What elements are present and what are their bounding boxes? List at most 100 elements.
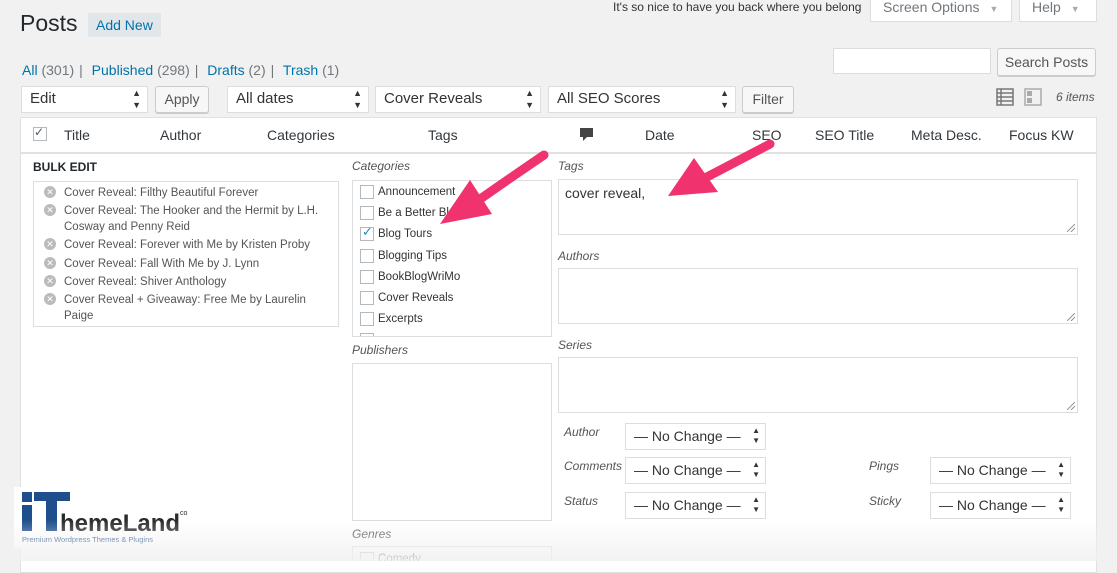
- category-value: Cover Reveals: [384, 90, 483, 107]
- excerpt-view-icon[interactable]: [1024, 88, 1042, 106]
- screen-options-label: Screen Options: [883, 0, 980, 15]
- category-select[interactable]: Cover Reveals ▲ ▼: [375, 86, 541, 113]
- series-textarea[interactable]: [558, 357, 1078, 413]
- dates-value: All dates: [236, 90, 294, 107]
- select-arrows-icon: ▲ ▼: [525, 88, 534, 110]
- remove-icon[interactable]: ✕: [44, 275, 56, 287]
- select-all-checkbox[interactable]: ✓: [33, 125, 47, 141]
- column-seo-title: SEO Title: [815, 127, 875, 143]
- bulk-action-select[interactable]: Edit ▲ ▼: [21, 86, 148, 113]
- bulk-edit-post-list: ✕ Cover Reveal: Filthy Beautiful Forever …: [33, 181, 339, 327]
- list-item: ✕ Cover Reveal: Filthy Beautiful Forever: [44, 185, 329, 201]
- authors-textarea[interactable]: [558, 268, 1078, 324]
- bulk-edit-title: BULK EDIT: [33, 160, 97, 174]
- genres-checklist: Comedy: [352, 546, 552, 561]
- list-item: ✕ Cover Reveal + Giveaway: Free Me by Lau…: [44, 292, 329, 324]
- apply-button[interactable]: Apply: [155, 86, 209, 113]
- remove-icon[interactable]: ✕: [44, 238, 56, 250]
- checkmark-icon: ✓: [34, 125, 45, 139]
- list-item: ✕ Cover Reveal: Shiver Anthology: [44, 274, 329, 290]
- status-dropdown[interactable]: — No Change — ▲ ▼: [625, 492, 766, 519]
- series-label: Series: [558, 338, 593, 352]
- publishers-checklist[interactable]: [352, 363, 552, 521]
- admin-notice: It's so nice to have you back where you …: [613, 0, 862, 14]
- tags-value: cover reveal,: [565, 185, 646, 201]
- view-all-link[interactable]: All: [22, 62, 38, 78]
- view-trash-count: (1): [322, 62, 340, 78]
- genres-label: Genres: [352, 527, 392, 541]
- column-tags: Tags: [428, 127, 458, 143]
- svg-text:Premium Wordpress Themes & Plu: Premium Wordpress Themes & Plugins: [22, 535, 153, 544]
- comments-field-label: Comments: [564, 459, 623, 473]
- list-item: ✕ Cover Reveal: Forever with Me by Kriste…: [44, 237, 329, 253]
- search-input[interactable]: [833, 48, 991, 74]
- svg-text:co: co: [180, 510, 188, 517]
- view-drafts-link[interactable]: Drafts: [207, 62, 244, 78]
- column-categories: Categories: [267, 127, 335, 143]
- category-item[interactable]: Comedy: [360, 551, 421, 561]
- category-item[interactable]: BookBlogWriMo: [360, 269, 460, 285]
- remove-icon[interactable]: ✕: [44, 186, 56, 198]
- list-item: ✕ Cover Reveal: The Hooker and the Hermit…: [44, 203, 329, 235]
- sticky-dropdown[interactable]: — No Change — ▲ ▼: [930, 492, 1071, 519]
- category-item[interactable]: ✓ Blog Tours: [360, 224, 432, 242]
- dates-select[interactable]: All dates ▲ ▼: [227, 86, 369, 113]
- resize-grip-icon[interactable]: [1067, 224, 1075, 232]
- status-field-label: Status: [564, 494, 599, 508]
- help-button[interactable]: Help ▼: [1019, 0, 1097, 22]
- resize-grip-icon[interactable]: [1067, 313, 1075, 321]
- category-item[interactable]: Cover Reveals: [360, 290, 453, 306]
- authors-label: Authors: [558, 249, 600, 263]
- category-checkbox[interactable]: [360, 248, 374, 263]
- author-dropdown[interactable]: — No Change — ▲ ▼: [625, 423, 766, 450]
- category-item[interactable]: Blogging Tips: [360, 248, 447, 264]
- column-focus-kw: Focus KW: [1009, 127, 1074, 143]
- category-item[interactable]: [360, 332, 378, 336]
- category-item[interactable]: Be a Better Bl: [360, 205, 449, 221]
- column-date[interactable]: Date: [645, 127, 675, 143]
- view-published-link[interactable]: Published: [92, 62, 154, 78]
- select-arrows-icon: ▲ ▼: [752, 426, 760, 445]
- view-all-count: (301): [41, 62, 75, 78]
- bulk-action-value: Edit: [30, 90, 56, 107]
- category-checkbox[interactable]: [360, 311, 374, 326]
- remove-icon[interactable]: ✕: [44, 293, 56, 305]
- pings-field-label: Pings: [869, 459, 900, 473]
- category-item[interactable]: Announcement: [360, 184, 455, 200]
- genre-checkbox[interactable]: [360, 551, 374, 561]
- ithemeland-logo: hemeLand co Premium Wordpress Themes & P…: [14, 487, 196, 549]
- tags-label: Tags: [558, 159, 584, 173]
- view-trash-link[interactable]: Trash: [283, 62, 318, 78]
- column-author: Author: [160, 127, 202, 143]
- add-new-button[interactable]: Add New: [88, 13, 161, 37]
- category-checkbox-checked[interactable]: ✓: [360, 224, 374, 241]
- remove-icon[interactable]: ✕: [44, 257, 56, 269]
- column-meta-desc: Meta Desc.: [911, 127, 982, 143]
- caret-down-icon: ▼: [1070, 4, 1080, 14]
- select-arrows-icon: ▲ ▼: [1057, 495, 1065, 514]
- publishers-label: Publishers: [352, 343, 409, 357]
- category-checkbox[interactable]: [360, 332, 374, 336]
- tags-textarea[interactable]: cover reveal,: [558, 179, 1078, 235]
- resize-grip-icon[interactable]: [1067, 402, 1075, 410]
- category-checkbox[interactable]: [360, 184, 374, 199]
- caret-down-icon: ▼: [989, 4, 999, 14]
- screen-options-button[interactable]: Screen Options ▼: [870, 0, 1012, 22]
- list-view-icon[interactable]: [996, 88, 1014, 106]
- filter-button[interactable]: Filter: [742, 86, 794, 113]
- category-checkbox[interactable]: [360, 269, 374, 284]
- select-arrows-icon: ▲ ▼: [1057, 460, 1065, 479]
- seo-scores-select[interactable]: All SEO Scores ▲ ▼: [548, 86, 736, 113]
- category-checkbox[interactable]: [360, 205, 374, 220]
- pings-dropdown[interactable]: — No Change — ▲ ▼: [930, 457, 1071, 484]
- post-status-views: All (301) | Published (298) | Drafts (2) | …: [22, 62, 340, 78]
- comments-icon[interactable]: [579, 127, 594, 142]
- search-posts-button[interactable]: Search Posts: [997, 48, 1096, 76]
- column-title[interactable]: Title: [64, 127, 90, 143]
- column-seo[interactable]: SEO: [752, 127, 782, 143]
- comments-dropdown[interactable]: — No Change — ▲ ▼: [625, 457, 766, 484]
- category-checkbox[interactable]: [360, 290, 374, 305]
- category-item[interactable]: Excerpts: [360, 311, 423, 327]
- remove-icon[interactable]: ✕: [44, 204, 56, 216]
- items-count: 6 items: [1056, 90, 1095, 104]
